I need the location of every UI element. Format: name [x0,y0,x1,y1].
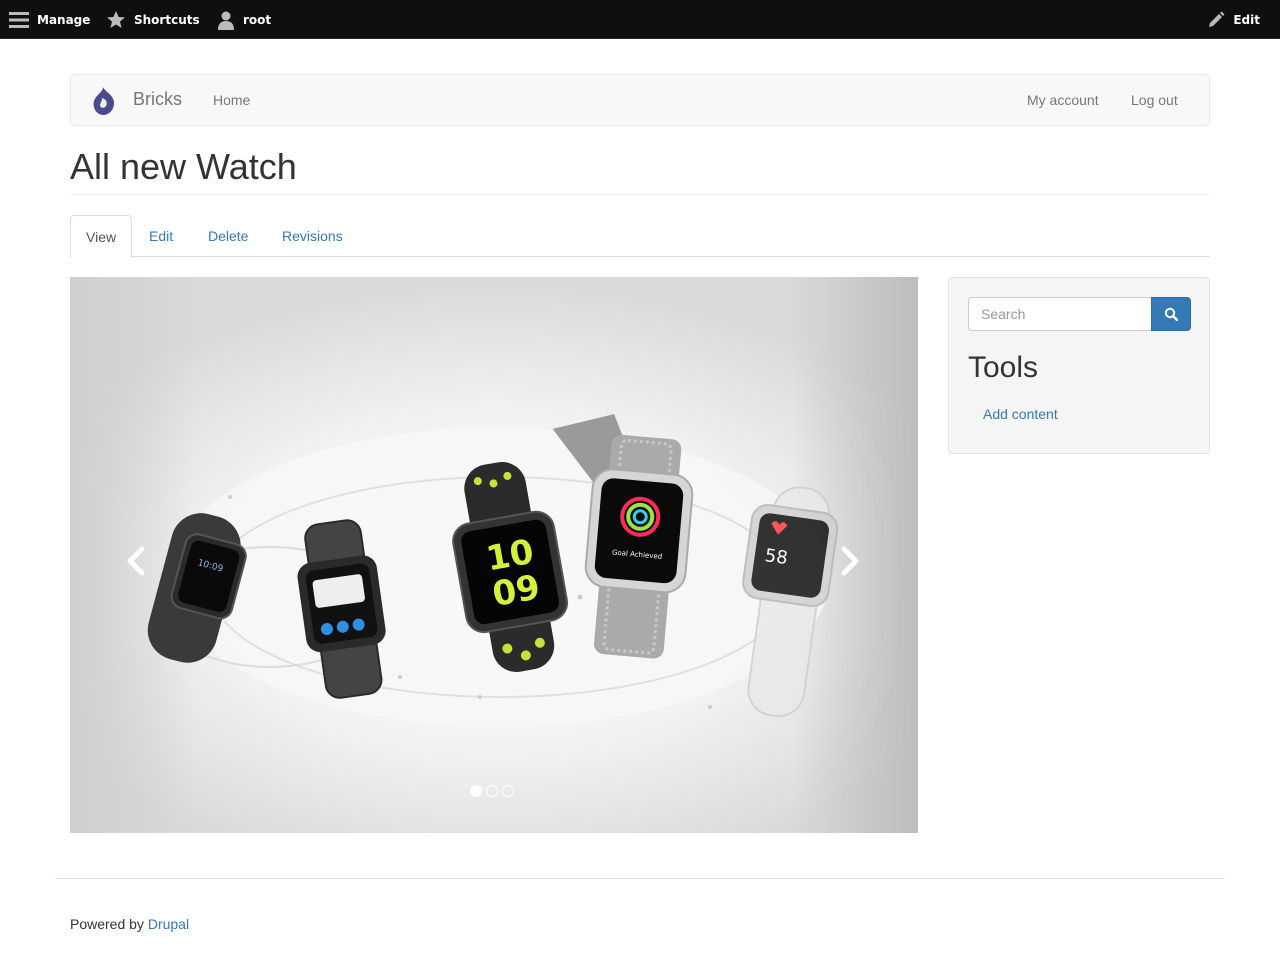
toolbar-edit[interactable]: Edit [1207,0,1260,39]
nav-log-out[interactable]: Log out [1131,92,1178,108]
footer-powered-by: Powered by [70,916,148,932]
carousel-prev-icon[interactable] [116,541,156,581]
admin-toolbar: Manage Shortcuts root Edit [0,0,1280,39]
search-button[interactable] [1151,297,1191,331]
title-divider [70,194,1210,195]
menu-icon [9,11,29,28]
toolbar-manage-label: Manage [37,12,91,27]
carousel-indicator[interactable] [470,785,482,797]
nav-home[interactable]: Home [213,92,250,108]
image-carousel[interactable]: 10:09 10 09 Goal Achieved 58 [70,277,918,833]
pencil-icon [1209,11,1225,27]
tab-view[interactable]: View [70,215,132,258]
tab-edit[interactable]: Edit [134,215,188,257]
star-icon [107,10,125,28]
toolbar-edit-label: Edit [1233,12,1260,27]
watches-slide-image: 10:09 10 09 Goal Achieved 58 [147,414,839,727]
nav-my-account[interactable]: My account [1027,92,1099,108]
toolbar-shortcuts-label: Shortcuts [134,12,200,27]
toolbar-user-label: root [243,12,272,27]
search-icon [1164,307,1178,321]
toolbar-manage[interactable]: Manage [9,0,90,39]
site-footer: Powered by Drupal [70,916,189,932]
search-input[interactable] [968,297,1152,331]
add-content-link[interactable]: Add content [983,406,1058,422]
carousel-next-icon[interactable] [830,541,870,581]
tab-revisions[interactable]: Revisions [267,215,358,257]
watch5-number: 58 [763,545,789,569]
footer-divider [55,878,1225,879]
user-icon [218,11,234,30]
site-brand[interactable]: Bricks [133,89,182,110]
toolbar-user[interactable]: root [217,0,271,39]
watch3-digits-bottom: 09 [489,567,543,615]
sidebar-well: Tools Add content [948,277,1210,454]
carousel-indicator[interactable] [502,785,514,797]
toolbar-shortcuts[interactable]: Shortcuts [106,0,200,39]
footer-drupal-link[interactable]: Drupal [148,916,189,932]
carousel-indicator[interactable] [486,785,498,797]
tab-delete[interactable]: Delete [193,215,263,257]
tools-heading: Tools [968,351,1039,384]
page-title: All new Watch [70,146,297,187]
drupal-logo-icon[interactable] [88,86,118,116]
local-tasks-tabs: View Edit Delete Revisions [70,215,1210,258]
site-navbar: Bricks Home My account Log out [70,74,1210,126]
carousel-indicators [470,785,514,797]
